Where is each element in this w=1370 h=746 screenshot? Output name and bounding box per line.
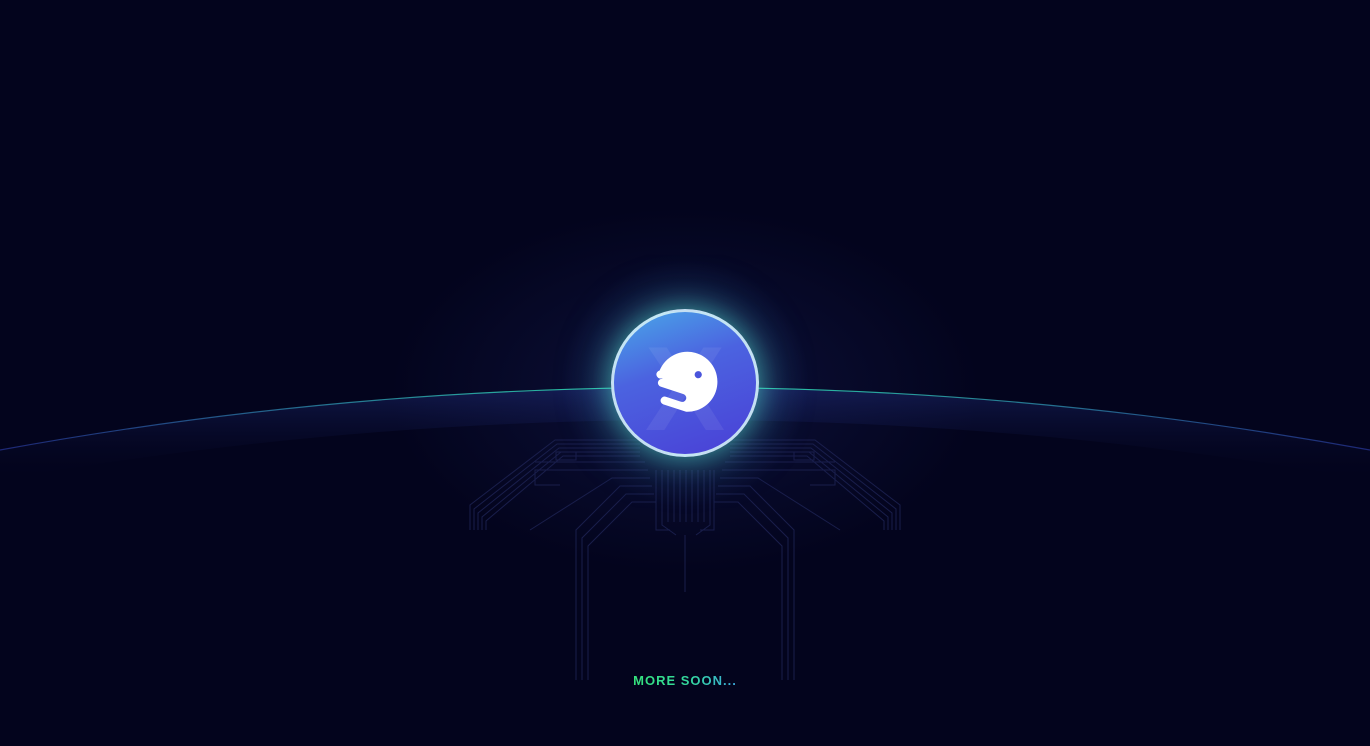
coming-soon-screen: X MORE SOON... [0,0,1370,746]
smiling-moon-icon: X [645,322,725,454]
more-soon-text: MORE SOON... [633,673,737,688]
app-logo-badge: X [611,309,759,457]
footer: MORE SOON... [0,672,1370,690]
